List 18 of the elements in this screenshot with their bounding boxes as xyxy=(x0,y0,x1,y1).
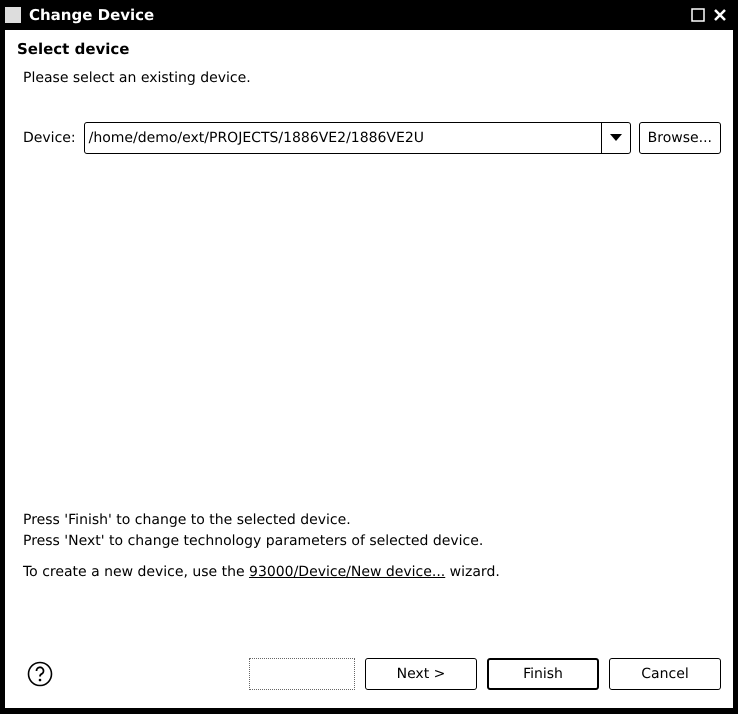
close-icon[interactable] xyxy=(713,8,727,22)
info-text: Press 'Next' to change technology parameters of selected device. xyxy=(23,532,484,551)
wizard-link[interactable]: 93000/Device/New device... xyxy=(249,564,446,580)
app-icon xyxy=(5,7,21,23)
browse-button[interactable]: Browse... xyxy=(638,122,721,154)
dialog-button[interactable]: Next > xyxy=(365,658,477,690)
hint-text: To create a new device, use the 93000/Device/New device... wizard. xyxy=(23,564,501,580)
caret-icon xyxy=(610,134,622,142)
field-label: Device: xyxy=(23,130,76,146)
maximize-icon[interactable] xyxy=(691,8,705,22)
dialog-button[interactable]: Cancel xyxy=(609,658,721,690)
page-heading: Select device xyxy=(17,40,130,58)
window-title: Change Device xyxy=(29,6,156,24)
dialog-button[interactable]: Finish xyxy=(487,658,599,690)
page-description: Please select an existing device. xyxy=(23,70,252,86)
help-icon[interactable] xyxy=(27,661,53,687)
info-text: Press 'Finish' to change to the selected device. xyxy=(23,511,352,530)
device-dropdown[interactable]: /home/demo/ext/PROJECTS/1886VE2/1886VE2U xyxy=(84,122,631,154)
